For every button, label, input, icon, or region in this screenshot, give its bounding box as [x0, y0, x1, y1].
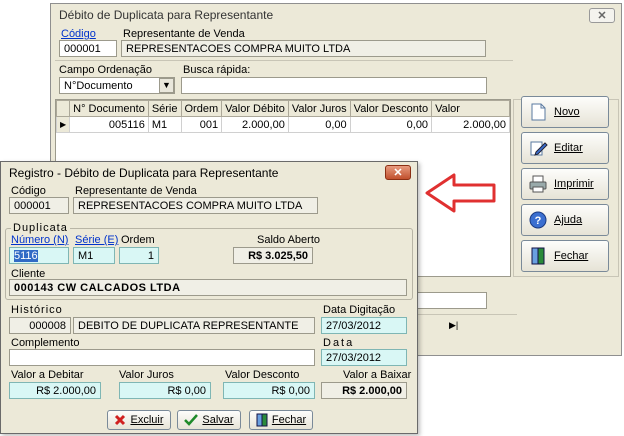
historico-code-field[interactable]: 000008 — [9, 317, 71, 334]
ajuda-label: Ajuda — [554, 214, 583, 226]
cell-ndoc[interactable]: 005116 — [69, 116, 149, 133]
checkmark-icon — [184, 414, 199, 426]
cliente-field: 000143 CW CALCADOS LTDA — [9, 279, 407, 296]
grid-header-ndoc[interactable]: N° Documento — [69, 100, 149, 117]
historico-field: DEBITO DE DUPLICATA REPRESENTANTE — [73, 317, 315, 334]
numero-value: 5116 — [14, 250, 38, 262]
editar-button[interactable]: Editar — [521, 132, 609, 164]
serie-label[interactable]: Série (E) — [75, 234, 118, 246]
cell-valor-desconto[interactable]: 0,00 — [349, 116, 433, 133]
serie-field[interactable]: M1 — [73, 247, 115, 264]
ordenacao-select[interactable]: N°Documento — [59, 77, 175, 94]
excluir-label: Excluir — [130, 414, 164, 426]
front-codigo-field: 000001 — [9, 197, 69, 214]
back-fechar-button[interactable]: Fechar — [521, 240, 609, 272]
front-window-titlebar: Registro - Débito de Duplicata para Repr… — [1, 162, 417, 184]
back-bottom-field[interactable] — [417, 292, 487, 309]
salvar-button[interactable]: Salvar — [177, 410, 241, 430]
help-icon: ? — [529, 211, 547, 229]
table-row[interactable]: ▶ 005116 M1 001 2.000,00 0,00 0,00 2.000… — [56, 116, 510, 133]
saldo-label: Saldo Aberto — [257, 234, 320, 246]
red-arrow-icon — [425, 173, 496, 213]
back-window-title: Débito de Duplicata para Representante — [59, 8, 274, 22]
back-window-titlebar: Débito de Duplicata para Representante — [51, 4, 621, 26]
numero-field[interactable]: 5116 — [9, 247, 69, 264]
new-document-icon — [531, 103, 546, 121]
printer-icon — [529, 175, 547, 193]
cell-valor[interactable]: 2.000,00 — [431, 116, 510, 133]
grid-header-valor-debito[interactable]: Valor Débito — [221, 100, 289, 117]
editar-label: Editar — [554, 142, 583, 154]
delete-x-icon — [115, 414, 126, 426]
grid-header-valor-desconto[interactable]: Valor Desconto — [349, 100, 433, 117]
cell-ordem[interactable]: 001 — [180, 116, 223, 133]
grid-header-serie[interactable]: Série — [147, 100, 182, 117]
valor-juros-label: Valor Juros — [119, 369, 174, 381]
novo-button[interactable]: Novo — [521, 96, 609, 128]
front-window-title: Registro - Débito de Duplicata para Repr… — [9, 166, 279, 180]
saldo-field: R$ 3.025,50 — [233, 247, 313, 264]
exit-door-icon — [531, 247, 545, 265]
back-codigo-field[interactable]: 000001 — [59, 40, 117, 57]
cell-valor-debito[interactable]: 2.000,00 — [221, 116, 289, 133]
nav-last-icon[interactable]: ▶| — [449, 320, 458, 331]
complemento-label: Complemento — [11, 337, 80, 349]
ajuda-button[interactable]: ? Ajuda — [521, 204, 609, 236]
data-digitacao-label: Data Digitação — [323, 304, 396, 316]
back-nav-bar — [417, 314, 517, 336]
grid-header-valor-juros[interactable]: Valor Juros — [287, 100, 351, 117]
cell-serie[interactable]: M1 — [147, 116, 182, 133]
grid-indicator-header — [56, 100, 71, 117]
row-indicator-icon: ▶ — [56, 116, 71, 133]
salvar-label: Salvar — [202, 414, 234, 426]
valor-debitar-field[interactable]: R$ 2.000,00 — [9, 382, 101, 399]
historico-label: Histórico — [11, 304, 63, 316]
front-codigo-label: Código — [11, 185, 46, 197]
numero-label[interactable]: Número (N) — [11, 234, 68, 246]
complemento-input[interactable] — [9, 349, 315, 366]
edit-icon — [530, 141, 548, 156]
valor-desconto-label: Valor Desconto — [225, 369, 300, 381]
back-close-button[interactable]: ✕ — [589, 8, 615, 23]
duplicata-group-label: Duplicata — [11, 222, 70, 234]
data-label: Data — [323, 337, 355, 349]
valor-debitar-label: Valor a Debitar — [11, 369, 84, 381]
busca-label: Busca rápida: — [183, 64, 251, 76]
svg-text:?: ? — [535, 215, 542, 227]
grid-header-row: N° Documento Série Ordem Valor Débito Va… — [56, 100, 510, 117]
cell-valor-juros[interactable]: 0,00 — [287, 116, 351, 133]
ordenacao-value: N°Documento — [64, 80, 133, 92]
valor-baixar-label: Valor a Baixar — [343, 369, 412, 381]
front-rep-field: REPRESENTACOES COMPRA MUITO LTDA — [73, 197, 318, 214]
back-codigo-label[interactable]: Código — [61, 28, 96, 40]
front-window: Registro - Débito de Duplicata para Repr… — [0, 161, 418, 434]
front-fechar-label: Fechar — [271, 414, 307, 426]
back-rep-field: REPRESENTACOES COMPRA MUITO LTDA — [121, 40, 486, 57]
front-close-button[interactable]: ✕ — [385, 165, 411, 180]
valor-baixar-field: R$ 2.000,00 — [321, 382, 407, 399]
exit-door-icon — [256, 413, 268, 427]
documents-table: N° Documento Série Ordem Valor Débito Va… — [56, 100, 510, 133]
busca-input[interactable] — [181, 77, 487, 94]
valor-desconto-field[interactable]: R$ 0,00 — [223, 382, 315, 399]
valor-juros-field[interactable]: R$ 0,00 — [119, 382, 211, 399]
imprimir-button[interactable]: Imprimir — [521, 168, 609, 200]
grid-header-valor[interactable]: Valor — [431, 100, 510, 117]
data-digitacao-field[interactable]: 27/03/2012 — [321, 317, 407, 334]
back-rep-label: Representante de Venda — [123, 28, 245, 40]
back-fechar-label: Fechar — [554, 250, 589, 262]
data-field[interactable]: 27/03/2012 — [321, 349, 407, 366]
front-fechar-button[interactable]: Fechar — [249, 410, 313, 430]
novo-label: Novo — [554, 106, 580, 118]
ordem-label: Ordem — [121, 234, 155, 246]
imprimir-label: Imprimir — [554, 178, 594, 190]
front-rep-label: Representante de Venda — [75, 185, 197, 197]
ordem-field[interactable]: 1 — [119, 247, 159, 264]
grid-header-ordem[interactable]: Ordem — [180, 100, 223, 117]
ordenacao-label: Campo Ordenação — [59, 64, 152, 76]
excluir-button[interactable]: Excluir — [107, 410, 171, 430]
chevron-down-icon[interactable]: ▼ — [159, 78, 174, 93]
